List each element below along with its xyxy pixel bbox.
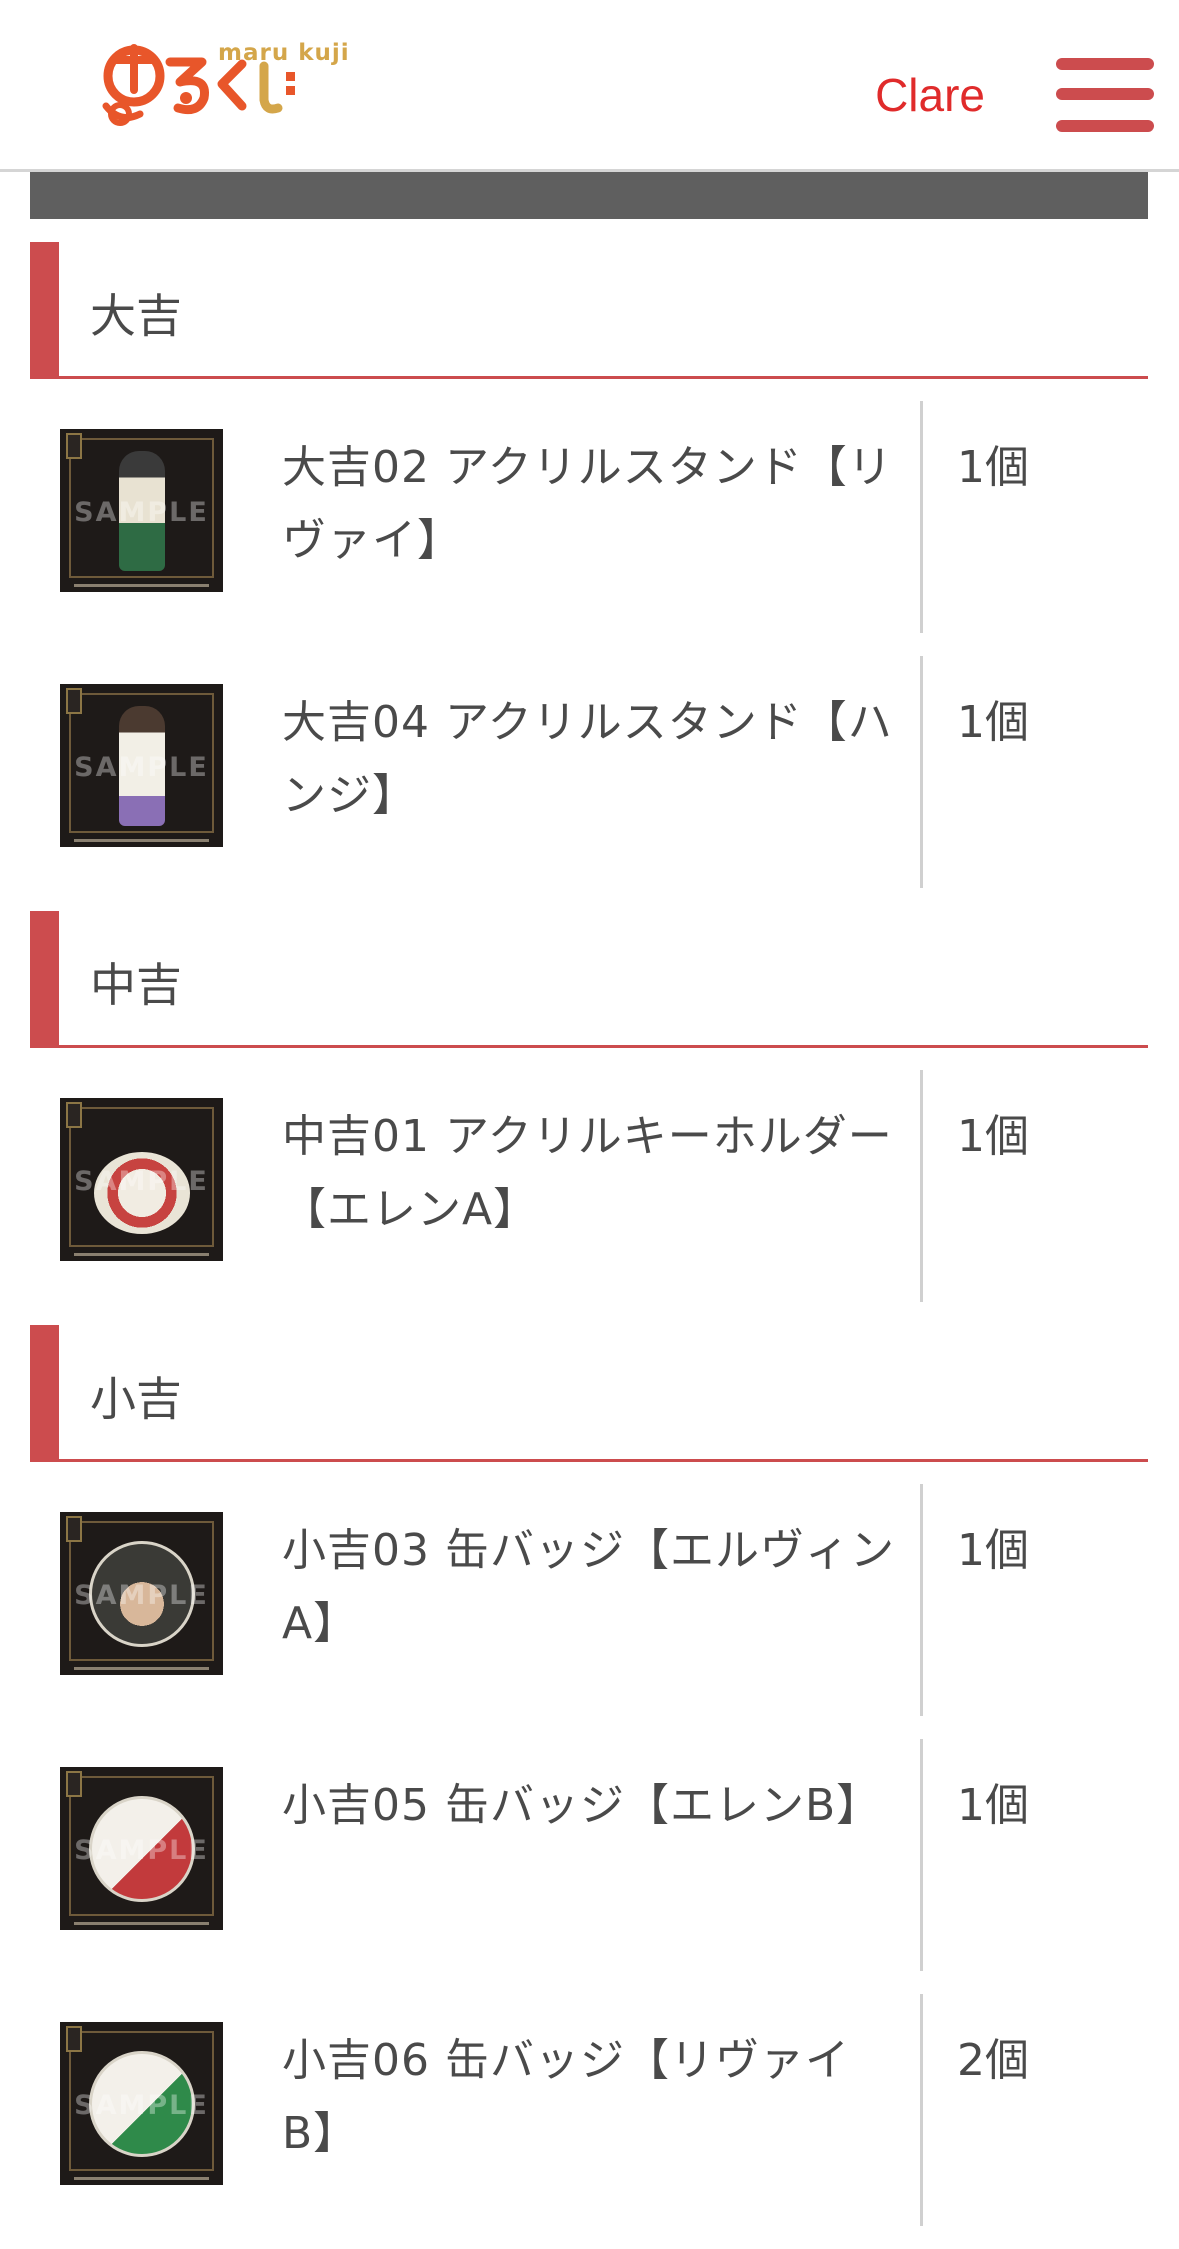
sample-watermark: SAMPLE	[74, 1835, 209, 1866]
marukuji-logo[interactable]	[100, 20, 350, 140]
section-header-daikichi: 大吉	[30, 242, 1148, 379]
section-banner	[30, 169, 1148, 219]
item-name: 小吉03 缶バッジ【エルヴィンA】	[282, 1525, 895, 1649]
sample-watermark: SAMPLE	[74, 1166, 209, 1197]
item-thumbnail[interactable]: SAMPLE	[60, 2022, 223, 2185]
user-name-link[interactable]: Clare	[875, 68, 985, 122]
item-name: 小吉06 缶バッジ【リヴァイB】	[282, 2035, 850, 2159]
list-item[interactable]: SAMPLE 小吉06 缶バッジ【リヴァイB】 2個	[30, 1994, 1148, 2226]
item-quantity: 1個	[957, 1780, 1029, 1831]
divider	[920, 1070, 923, 1302]
item-name: 小吉05 缶バッジ【エレンB】	[282, 1780, 882, 1831]
list-item[interactable]: SAMPLE 小吉05 缶バッジ【エレンB】 1個	[30, 1739, 1148, 1971]
item-thumbnail[interactable]: SAMPLE	[60, 684, 223, 847]
prize-list: 大吉 SAMPLE 大吉02 アクリルスタンド【リヴァイ】 1個 SAMPLE …	[30, 242, 1148, 2249]
item-quantity: 2個	[957, 2035, 1029, 2086]
divider	[920, 1994, 923, 2226]
divider	[920, 656, 923, 888]
item-name: 中吉01 アクリルキーホルダー【エレンA】	[282, 1111, 893, 1235]
sample-watermark: SAMPLE	[74, 497, 209, 528]
divider	[920, 1739, 923, 1971]
item-name: 大吉04 アクリルスタンド【ハンジ】	[282, 697, 893, 821]
item-quantity: 1個	[957, 1111, 1029, 1162]
list-item[interactable]: SAMPLE 大吉04 アクリルスタンド【ハンジ】 1個	[30, 656, 1148, 888]
section-header-shokichi: 小吉	[30, 1325, 1148, 1462]
section-title: 中吉	[90, 958, 182, 1012]
section-accent	[30, 242, 59, 376]
item-thumbnail[interactable]: SAMPLE	[60, 429, 223, 592]
site-header: maru kuji Clare	[0, 0, 1179, 172]
section-accent	[30, 911, 59, 1045]
logo-mark-icon	[102, 44, 295, 126]
item-thumbnail[interactable]: SAMPLE	[60, 1512, 223, 1675]
item-quantity: 1個	[957, 697, 1029, 748]
section-header-chukichi: 中吉	[30, 911, 1148, 1048]
list-item[interactable]: SAMPLE 中吉01 アクリルキーホルダー【エレンA】 1個	[30, 1070, 1148, 1302]
section-accent	[30, 1325, 59, 1459]
item-thumbnail[interactable]: SAMPLE	[60, 1767, 223, 1930]
item-quantity: 1個	[957, 442, 1029, 493]
section-title: 小吉	[90, 1372, 182, 1426]
item-name: 大吉02 アクリルスタンド【リヴァイ】	[282, 442, 893, 566]
divider	[920, 1484, 923, 1716]
hamburger-menu-icon[interactable]	[1056, 58, 1154, 136]
sample-watermark: SAMPLE	[74, 2090, 209, 2121]
logo-subtext: maru kuji	[218, 40, 350, 66]
section-title: 大吉	[90, 289, 182, 343]
item-quantity: 1個	[957, 1525, 1029, 1576]
divider	[920, 401, 923, 633]
list-item[interactable]: SAMPLE 大吉02 アクリルスタンド【リヴァイ】 1個	[30, 401, 1148, 633]
item-thumbnail[interactable]: SAMPLE	[60, 1098, 223, 1261]
sample-watermark: SAMPLE	[74, 1580, 209, 1611]
list-item[interactable]: SAMPLE 小吉03 缶バッジ【エルヴィンA】 1個	[30, 1484, 1148, 1716]
sample-watermark: SAMPLE	[74, 752, 209, 783]
